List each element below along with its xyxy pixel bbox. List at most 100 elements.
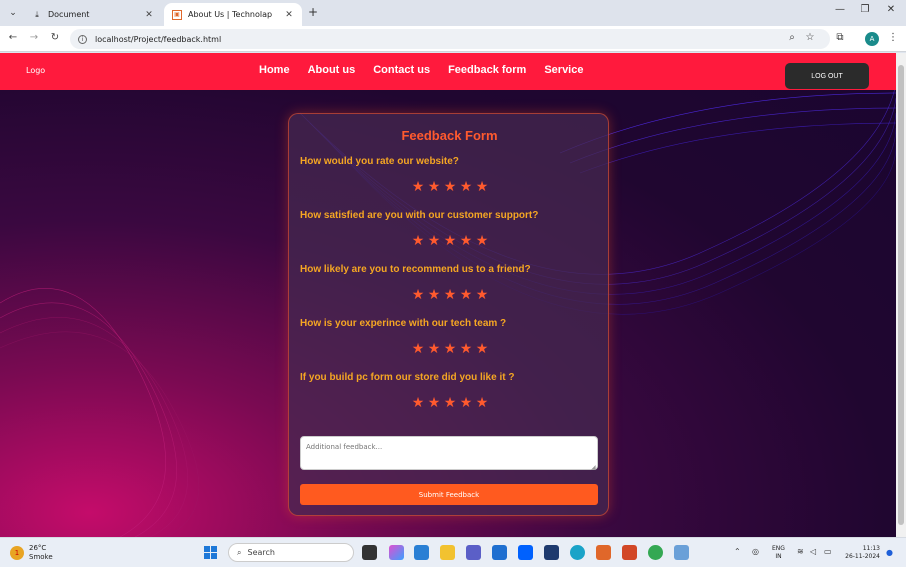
site-info-icon[interactable]: i (78, 34, 87, 44)
star-icon[interactable]: ★ (474, 180, 490, 194)
star-icon[interactable]: ★ (410, 234, 426, 248)
vscode-icon[interactable] (414, 545, 429, 560)
edge-icon[interactable] (570, 545, 585, 560)
star-icon[interactable]: ★ (426, 234, 442, 248)
submit-feedback-button[interactable]: Submit Feedback (300, 484, 598, 505)
star-icon[interactable]: ★ (426, 288, 442, 302)
system-clock[interactable]: 11:13 26-11-2024 (842, 545, 880, 561)
forward-icon[interactable]: → (27, 32, 41, 43)
star-icon[interactable]: ★ (474, 288, 490, 302)
tray-chevron-icon[interactable]: ⌃ (734, 547, 741, 556)
close-tab-icon[interactable]: ✕ (144, 10, 154, 20)
star-icon[interactable]: ★ (410, 342, 426, 356)
star-rating-1[interactable]: ★ ★ ★ ★ ★ (410, 180, 490, 194)
question-5: If you build pc form our store did you l… (300, 372, 515, 383)
html-app-icon[interactable] (596, 545, 611, 560)
battery-icon[interactable]: ▭ (824, 547, 832, 556)
zoom-icon[interactable]: ⌕ (785, 32, 799, 43)
minimize-icon[interactable]: — (830, 4, 850, 15)
scrollbar-thumb[interactable] (898, 65, 904, 525)
wifi-icon[interactable]: ≋ (797, 547, 804, 556)
network-status-icon[interactable]: ◎ (752, 547, 759, 556)
feedback-form-card: Feedback Form How would you rate our web… (288, 113, 609, 516)
file-explorer-icon[interactable] (440, 545, 455, 560)
star-icon[interactable]: ★ (410, 288, 426, 302)
star-icon[interactable]: ★ (442, 342, 458, 356)
task-view-icon[interactable] (362, 545, 377, 560)
profile-avatar[interactable]: A (865, 32, 879, 46)
star-icon[interactable]: ★ (458, 342, 474, 356)
dropbox-icon[interactable] (518, 545, 533, 560)
star-icon[interactable]: ★ (442, 234, 458, 248)
star-rating-3[interactable]: ★ ★ ★ ★ ★ (410, 288, 490, 302)
powerpoint-icon[interactable] (622, 545, 637, 560)
logout-button[interactable]: LOG OUT (785, 63, 869, 89)
nav-service-link[interactable]: Service (544, 64, 583, 76)
taskbar-search[interactable]: ⌕ Search (228, 543, 354, 562)
nav-contact-link[interactable]: Contact us (373, 64, 430, 76)
windows-start-icon[interactable] (204, 546, 217, 559)
site-logo[interactable]: Logo (26, 66, 45, 75)
star-icon[interactable]: ★ (410, 180, 426, 194)
star-rating-4[interactable]: ★ ★ ★ ★ ★ (410, 342, 490, 356)
star-icon[interactable]: ★ (426, 180, 442, 194)
nav-feedback-link[interactable]: Feedback form (448, 64, 526, 76)
volume-icon[interactable]: ◁ (810, 547, 816, 556)
resize-handle-icon[interactable]: ◢ (591, 464, 596, 471)
notification-bell-icon[interactable]: ● (886, 548, 893, 557)
star-rating-2[interactable]: ★ ★ ★ ★ ★ (410, 234, 490, 248)
weather-icon: 1 (10, 546, 24, 560)
teams-icon[interactable] (466, 545, 481, 560)
weather-desc: Smoke (29, 553, 53, 561)
back-icon[interactable]: ← (6, 32, 20, 43)
star-icon[interactable]: ★ (458, 234, 474, 248)
question-3: How likely are you to recommend us to a … (300, 264, 531, 275)
additional-feedback-textarea[interactable] (300, 436, 598, 470)
store-icon[interactable] (492, 545, 507, 560)
star-icon[interactable]: ★ (442, 180, 458, 194)
star-icon[interactable]: ★ (458, 288, 474, 302)
browser-menu-icon[interactable]: ⋮ (886, 32, 900, 43)
bookmark-star-icon[interactable]: ☆ (803, 32, 817, 43)
question-2: How satisfied are you with our customer … (300, 210, 539, 221)
app-icon[interactable] (544, 545, 559, 560)
form-title: Feedback Form (401, 128, 498, 143)
tab-search-chevron-icon[interactable]: ⌄ (6, 6, 20, 20)
tab-label: About Us | Technolap (188, 10, 273, 19)
browser-tab-document[interactable]: ⤓ Document ✕ (24, 3, 162, 26)
nav-home-link[interactable]: Home (259, 64, 290, 76)
close-window-icon[interactable]: ✕ (881, 4, 901, 15)
star-icon[interactable]: ★ (410, 396, 426, 410)
page-scrollbar[interactable] (896, 53, 906, 537)
nav-about-link[interactable]: About us (308, 64, 356, 76)
restore-icon[interactable]: ❐ (855, 4, 875, 15)
search-icon: ⌕ (237, 547, 242, 557)
browser-tab-strip: ⌄ ⤓ Document ✕ ▣ About Us | Technolap ✕ … (0, 0, 906, 26)
weather-widget[interactable]: 1 26°C Smoke (10, 544, 53, 562)
star-icon[interactable]: ★ (458, 180, 474, 194)
site-navbar: Logo Home About us Contact us Feedback f… (0, 53, 896, 90)
extensions-icon[interactable]: ⧉ (833, 32, 847, 43)
star-icon[interactable]: ★ (442, 396, 458, 410)
star-icon[interactable]: ★ (442, 288, 458, 302)
weather-text: 26°C Smoke (29, 544, 53, 562)
close-tab-icon[interactable]: ✕ (284, 10, 294, 20)
snipping-tool-icon[interactable] (674, 545, 689, 560)
star-icon[interactable]: ★ (426, 396, 442, 410)
star-icon[interactable]: ★ (426, 342, 442, 356)
clock-date: 26-11-2024 (845, 553, 880, 560)
page-viewport: Logo Home About us Contact us Feedback f… (0, 53, 896, 537)
star-icon[interactable]: ★ (474, 342, 490, 356)
url-field[interactable]: i localhost/Project/feedback.html (70, 29, 830, 49)
copilot-icon[interactable] (389, 545, 404, 560)
star-rating-5[interactable]: ★ ★ ★ ★ ★ (410, 396, 490, 410)
browser-tab-about-us[interactable]: ▣ About Us | Technolap ✕ (164, 3, 302, 26)
reload-icon[interactable]: ↻ (48, 32, 62, 43)
question-1: How would you rate our website? (300, 156, 459, 167)
star-icon[interactable]: ★ (474, 234, 490, 248)
chrome-icon[interactable] (648, 545, 663, 560)
star-icon[interactable]: ★ (474, 396, 490, 410)
new-tab-icon[interactable]: + (306, 5, 320, 19)
language-indicator[interactable]: ENG IN (772, 545, 785, 561)
star-icon[interactable]: ★ (458, 396, 474, 410)
